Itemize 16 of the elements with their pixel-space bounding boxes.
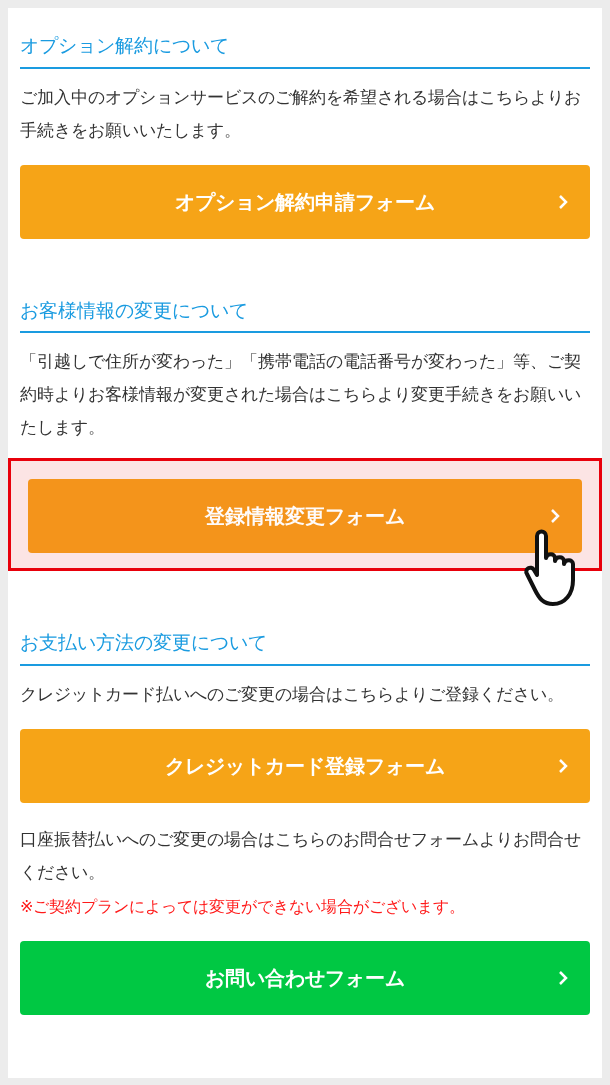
form-button[interactable]: お問い合わせフォーム [20, 940, 590, 1015]
chevron-icon [558, 193, 568, 210]
form-button[interactable]: オプション解約申請フォーム [20, 164, 590, 239]
section-heading: お支払い方法の変更について [20, 629, 590, 666]
chevron-icon [558, 969, 568, 986]
form-button[interactable]: クレジットカード登録フォーム [20, 728, 590, 803]
section-heading: お客様情報の変更について [20, 296, 590, 334]
description-text: 「引越しで住所が変わった」「携帯電話の電話番号が変わった」等、ご契約時よりお客様情報が変更された場合はこちらより変更手続きをお願いいたします。 [20, 351, 582, 440]
chevron-icon [558, 757, 568, 774]
description-text: クレジットカード払いへのご変更の場合はこちらよりご登録ください。 [20, 683, 565, 706]
section-heading: オプション解約について [20, 32, 590, 69]
description-text: ご加入中のオプションサービスのご解約を希望される場合はこちらよりお手続きをお願いいたします。 [20, 86, 582, 142]
warning-note: ※ご契約プランによっては変更ができない場合がございます。 [20, 895, 467, 918]
chevron-icon [550, 508, 560, 525]
form-button[interactable]: 登録情報変更フォーム [28, 479, 582, 554]
description-text: 口座振替払いへのご変更の場合はこちらのお問合せフォームよりお問合せください。 [20, 828, 582, 884]
